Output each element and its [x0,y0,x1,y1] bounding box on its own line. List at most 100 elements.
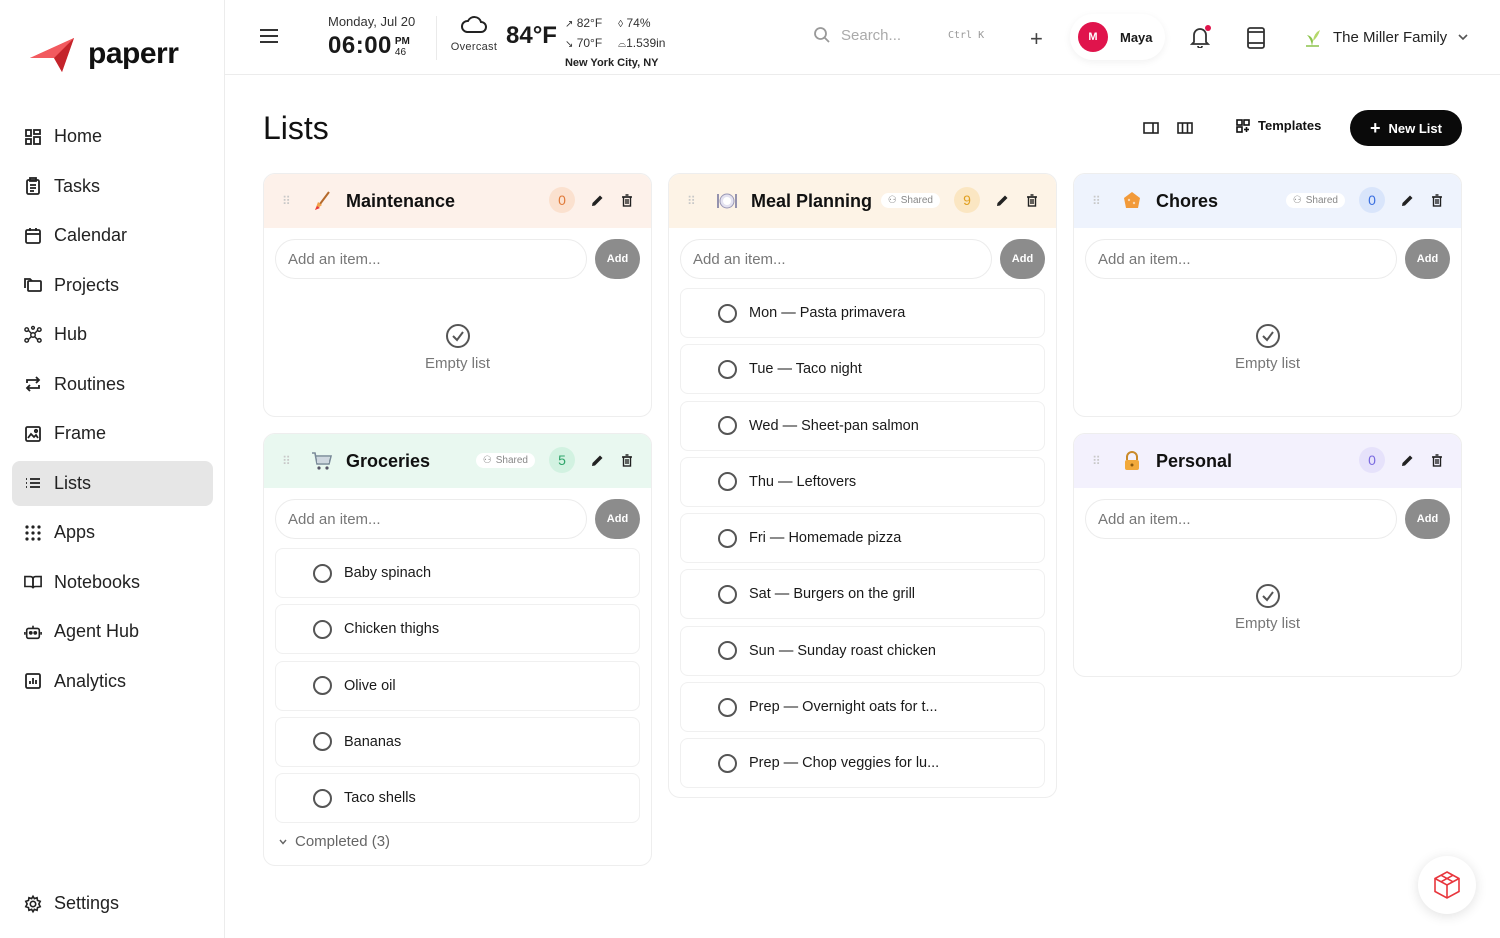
list-item[interactable]: Fri — Homemade pizza [680,513,1045,564]
notification-bell-icon[interactable] [1189,25,1211,53]
item-list: Mon — Pasta primavera Tue — Taco night W… [669,279,1056,789]
checkbox-circle[interactable] [313,676,332,696]
list-item[interactable]: Olive oil [275,660,640,711]
add-item-button[interactable]: Add [1000,239,1045,279]
add-item-button[interactable]: Add [1405,499,1450,539]
list-item[interactable]: Chicken thighs [275,604,640,655]
item-label: Chicken thighs [344,621,440,638]
edit-icon[interactable] [1399,452,1415,468]
view-sidebar-toggle-icon[interactable] [1141,118,1161,138]
time-label: 06:00 [328,32,392,59]
edit-icon[interactable] [589,452,605,468]
trash-icon[interactable] [1429,452,1445,468]
sidebar-item-notebooks[interactable]: Notebooks [12,560,213,605]
sidebar-item-settings[interactable]: Settings [12,881,213,926]
empty-state: Empty list [1074,323,1461,372]
add-item-input[interactable] [680,239,992,279]
empty-label: Empty list [424,355,490,372]
completed-toggle[interactable]: Completed (3) [264,829,651,850]
add-item-input[interactable] [1085,239,1397,279]
add-item-button[interactable]: Add [595,499,640,539]
list-item[interactable]: Sun — Sunday roast chicken [680,625,1045,676]
shared-badge: ⚇ Shared [1285,192,1345,208]
edit-icon[interactable] [994,192,1010,208]
weather-condition: Overcast [450,41,498,53]
checkbox-circle[interactable] [718,416,737,436]
add-item-button[interactable]: Add [1405,239,1450,279]
add-item-button[interactable]: Add [595,239,640,279]
sidebar-item-lists[interactable]: Lists [12,460,213,506]
trash-icon[interactable] [1429,192,1445,208]
completed-label: Completed (3) [295,833,391,851]
assistant-fab[interactable] [1418,856,1476,914]
item-label: Sun — Sunday roast chicken [749,642,936,659]
list-item[interactable]: Tue — Taco night [680,344,1045,395]
card-header: ⠿ Meal Planning ⚇ Shared 9 [669,174,1056,228]
edit-icon[interactable] [1399,192,1415,208]
list-item[interactable]: Prep — Overnight oats for t... [680,682,1045,733]
sidebar-item-home[interactable]: Home [12,114,213,159]
add-item-input[interactable] [275,499,587,539]
list-item[interactable]: Wed — Sheet-pan salmon [680,400,1045,451]
view-columns-icon[interactable] [1175,118,1195,138]
new-list-label: New List [1388,120,1442,136]
edit-icon[interactable] [589,192,605,208]
checkbox-circle[interactable] [313,619,332,639]
empty-label: Empty list [1234,355,1300,372]
list-item[interactable]: Taco shells [275,773,640,824]
list-card-groceries: ⠿ Groceries ⚇Shared 5 Add Baby spinach C… [263,433,652,866]
add-item-input[interactable] [1085,499,1397,539]
list-item[interactable]: Thu — Leftovers [680,456,1045,507]
sidebar-item-routines[interactable]: Routines [12,362,213,407]
user-chip[interactable]: M Maya [1070,14,1165,60]
logo[interactable]: paperr [28,34,179,74]
checkbox-circle[interactable] [718,303,737,323]
add-item-input[interactable] [275,239,587,279]
checkbox-circle[interactable] [718,472,737,492]
search-input[interactable]: Search... [841,27,901,44]
broom-icon [310,190,334,212]
trash-icon[interactable] [1024,192,1040,208]
list-item[interactable]: Prep — Chop veggies for lu... [680,738,1045,789]
tablet-icon[interactable] [1247,27,1265,54]
checkbox-circle[interactable] [313,732,332,752]
drag-handle-icon[interactable]: ⠿ [1092,194,1106,208]
drag-handle-icon[interactable]: ⠿ [282,194,296,208]
sidebar-item-frame[interactable]: Frame [12,411,213,456]
sidebar-item-agent-hub[interactable]: Agent Hub [12,609,213,654]
checkbox-circle[interactable] [313,788,332,808]
checkbox-circle[interactable] [718,641,737,661]
new-list-button[interactable]: + New List [1350,110,1462,146]
drag-handle-icon[interactable]: ⠿ [282,454,296,468]
trash-icon[interactable] [619,192,635,208]
menu-icon[interactable] [259,28,279,49]
apps-icon [24,524,42,542]
list-item[interactable]: Sat — Burgers on the grill [680,569,1045,620]
checkbox-circle[interactable] [718,584,737,604]
add-icon[interactable]: + [1030,26,1043,52]
list-item[interactable]: Bananas [275,716,640,767]
checkbox-circle[interactable] [718,753,737,773]
search-bar[interactable]: Search... Ctrl K [813,26,993,44]
people-icon: ⚇ [887,194,897,206]
empty-state: Empty list [264,323,651,372]
trash-icon[interactable] [619,452,635,468]
sidebar-item-projects[interactable]: Projects [12,263,213,308]
sidebar-item-tasks[interactable]: Tasks [12,164,213,209]
checkbox-circle[interactable] [313,563,332,583]
list-item[interactable]: Baby spinach [275,548,640,598]
sidebar-item-analytics[interactable]: Analytics [12,659,213,704]
sidebar-item-calendar[interactable]: Calendar [12,213,213,258]
templates-button[interactable]: Templates [1236,118,1321,133]
sprout-icon [1306,30,1320,47]
sidebar-item-hub[interactable]: Hub [12,312,213,357]
drag-handle-icon[interactable]: ⠿ [687,194,701,208]
checkbox-circle[interactable] [718,697,737,717]
drag-handle-icon[interactable]: ⠿ [1092,454,1106,468]
checkbox-circle[interactable] [718,528,737,548]
family-switcher[interactable]: The Miller Family [1303,27,1469,47]
checkbox-circle[interactable] [718,359,737,379]
list-item[interactable]: Mon — Pasta primavera [680,288,1045,338]
sidebar-item-label: Calendar [54,225,128,245]
sidebar-item-apps[interactable]: Apps [12,510,213,555]
